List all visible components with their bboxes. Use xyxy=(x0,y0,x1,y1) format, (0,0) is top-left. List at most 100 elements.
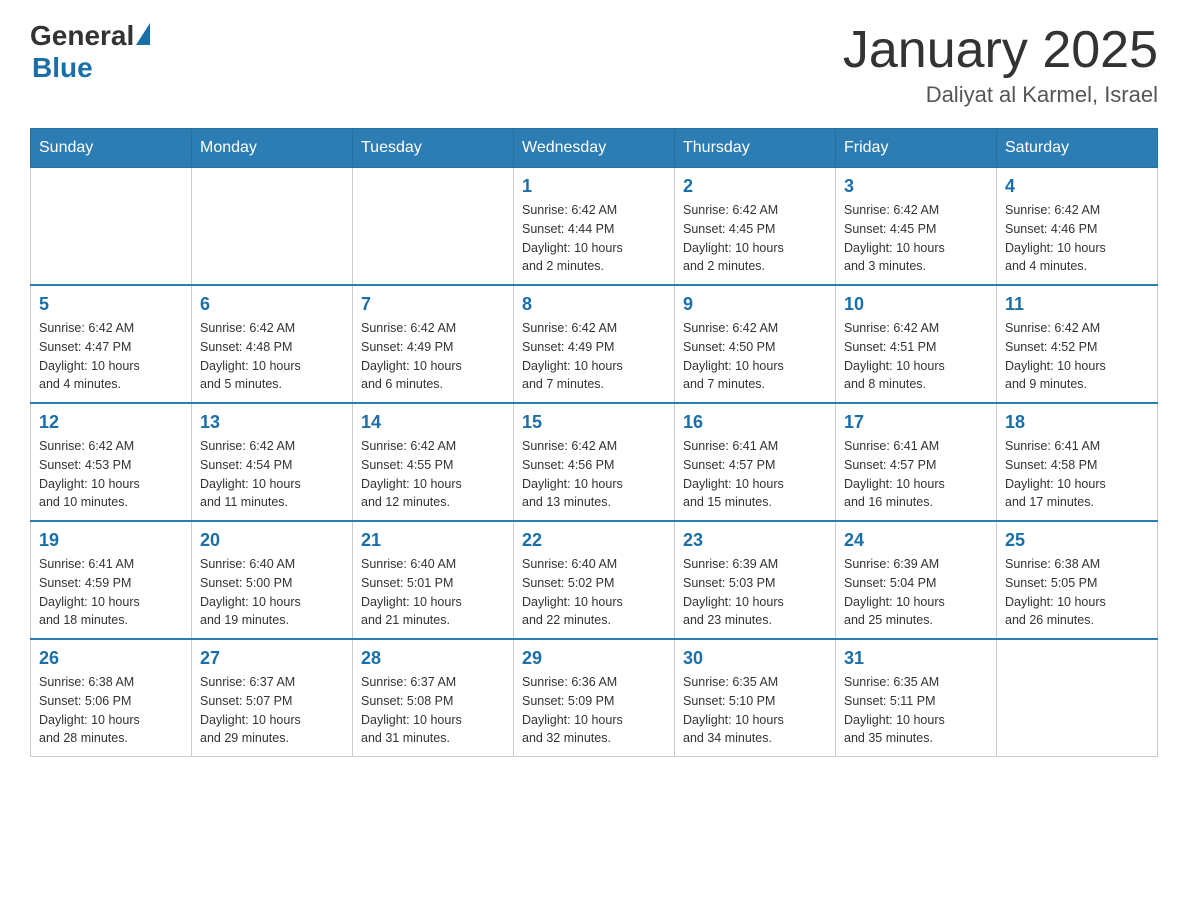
day-number: 10 xyxy=(844,294,988,315)
calendar-cell: 2Sunrise: 6:42 AM Sunset: 4:45 PM Daylig… xyxy=(675,168,836,286)
day-of-week-header: Wednesday xyxy=(514,129,675,168)
calendar-cell: 25 Sunrise: 6:38 AM Sunset: 5:05 PM Dayli… xyxy=(997,521,1158,639)
day-number: 19 xyxy=(39,530,183,551)
calendar-cell: 28 Sunrise: 6:37 AM Sunset: 5:08 PM Dayli… xyxy=(353,639,514,757)
day-info: Sunrise: 6:41 AM Sunset: 4:58 PM Dayligh… xyxy=(1005,437,1149,512)
day-number: 6 xyxy=(200,294,344,315)
calendar-cell: 22 Sunrise: 6:40 AM Sunset: 5:02 PM Dayli… xyxy=(514,521,675,639)
calendar-cell: 5Sunrise: 6:42 AM Sunset: 4:47 PM Daylig… xyxy=(31,285,192,403)
logo-blue-text: Blue xyxy=(32,52,150,84)
calendar-cell: 1Sunrise: 6:42 AM Sunset: 4:44 PM Daylig… xyxy=(514,168,675,286)
day-info: Sunrise: 6:40 AM Sunset: 5:00 PM Dayligh… xyxy=(200,555,344,630)
day-info: Sunrise: 6:42 AM Sunset: 4:50 PM Dayligh… xyxy=(683,319,827,394)
day-info: Sunrise: 6:42 AM Sunset: 4:46 PM Dayligh… xyxy=(1005,201,1149,276)
calendar-cell: 18 Sunrise: 6:41 AM Sunset: 4:58 PM Dayli… xyxy=(997,403,1158,521)
day-info: Sunrise: 6:42 AM Sunset: 4:55 PM Dayligh… xyxy=(361,437,505,512)
day-number: 9 xyxy=(683,294,827,315)
location-subtitle: Daliyat al Karmel, Israel xyxy=(843,82,1158,108)
day-number: 28 xyxy=(361,648,505,669)
day-info: Sunrise: 6:42 AM Sunset: 4:49 PM Dayligh… xyxy=(522,319,666,394)
calendar-cell: 6 Sunrise: 6:42 AM Sunset: 4:48 PM Daylig… xyxy=(192,285,353,403)
calendar-cell: 30 Sunrise: 6:35 AM Sunset: 5:10 PM Dayli… xyxy=(675,639,836,757)
day-of-week-header: Friday xyxy=(836,129,997,168)
day-info: Sunrise: 6:39 AM Sunset: 5:04 PM Dayligh… xyxy=(844,555,988,630)
calendar-cell: 26Sunrise: 6:38 AM Sunset: 5:06 PM Dayli… xyxy=(31,639,192,757)
day-number: 16 xyxy=(683,412,827,433)
day-info: Sunrise: 6:42 AM Sunset: 4:47 PM Dayligh… xyxy=(39,319,183,394)
calendar-cell: 29 Sunrise: 6:36 AM Sunset: 5:09 PM Dayli… xyxy=(514,639,675,757)
day-info: Sunrise: 6:42 AM Sunset: 4:53 PM Dayligh… xyxy=(39,437,183,512)
day-number: 30 xyxy=(683,648,827,669)
day-info: Sunrise: 6:41 AM Sunset: 4:57 PM Dayligh… xyxy=(683,437,827,512)
calendar-cell: 4 Sunrise: 6:42 AM Sunset: 4:46 PM Daylig… xyxy=(997,168,1158,286)
calendar-cell: 10 Sunrise: 6:42 AM Sunset: 4:51 PM Dayli… xyxy=(836,285,997,403)
day-number: 7 xyxy=(361,294,505,315)
logo-general-text: General xyxy=(30,20,134,52)
day-number: 8 xyxy=(522,294,666,315)
calendar-cell: 12 Sunrise: 6:42 AM Sunset: 4:53 PM Dayli… xyxy=(31,403,192,521)
day-info: Sunrise: 6:35 AM Sunset: 5:10 PM Dayligh… xyxy=(683,673,827,748)
day-of-week-header: Tuesday xyxy=(353,129,514,168)
calendar-cell: 15 Sunrise: 6:42 AM Sunset: 4:56 PM Dayli… xyxy=(514,403,675,521)
day-number: 12 xyxy=(39,412,183,433)
calendar-cell: 14 Sunrise: 6:42 AM Sunset: 4:55 PM Dayli… xyxy=(353,403,514,521)
day-number: 25 xyxy=(1005,530,1149,551)
day-number: 1 xyxy=(522,176,666,197)
day-of-week-header: Thursday xyxy=(675,129,836,168)
day-number: 14 xyxy=(361,412,505,433)
day-number: 24 xyxy=(844,530,988,551)
logo-triangle-icon xyxy=(136,23,150,45)
day-info: Sunrise: 6:42 AM Sunset: 4:48 PM Dayligh… xyxy=(200,319,344,394)
day-of-week-header: Saturday xyxy=(997,129,1158,168)
day-number: 26 xyxy=(39,648,183,669)
day-info: Sunrise: 6:41 AM Sunset: 4:59 PM Dayligh… xyxy=(39,555,183,630)
day-number: 27 xyxy=(200,648,344,669)
calendar-cell xyxy=(997,639,1158,757)
logo: General Blue xyxy=(30,20,150,84)
day-number: 2 xyxy=(683,176,827,197)
calendar-cell: 16 Sunrise: 6:41 AM Sunset: 4:57 PM Dayli… xyxy=(675,403,836,521)
day-number: 15 xyxy=(522,412,666,433)
day-number: 17 xyxy=(844,412,988,433)
day-number: 20 xyxy=(200,530,344,551)
calendar-week-row: 5Sunrise: 6:42 AM Sunset: 4:47 PM Daylig… xyxy=(31,285,1158,403)
day-number: 4 xyxy=(1005,176,1149,197)
calendar-cell: 11Sunrise: 6:42 AM Sunset: 4:52 PM Dayli… xyxy=(997,285,1158,403)
calendar-cell: 17Sunrise: 6:41 AM Sunset: 4:57 PM Dayli… xyxy=(836,403,997,521)
day-info: Sunrise: 6:36 AM Sunset: 5:09 PM Dayligh… xyxy=(522,673,666,748)
day-number: 13 xyxy=(200,412,344,433)
title-section: January 2025 Daliyat al Karmel, Israel xyxy=(843,20,1158,108)
day-number: 22 xyxy=(522,530,666,551)
day-info: Sunrise: 6:39 AM Sunset: 5:03 PM Dayligh… xyxy=(683,555,827,630)
day-number: 29 xyxy=(522,648,666,669)
day-info: Sunrise: 6:35 AM Sunset: 5:11 PM Dayligh… xyxy=(844,673,988,748)
calendar-header-row: SundayMondayTuesdayWednesdayThursdayFrid… xyxy=(31,129,1158,168)
page-header: General Blue January 2025 Daliyat al Kar… xyxy=(30,20,1158,108)
day-info: Sunrise: 6:37 AM Sunset: 5:07 PM Dayligh… xyxy=(200,673,344,748)
day-info: Sunrise: 6:42 AM Sunset: 4:49 PM Dayligh… xyxy=(361,319,505,394)
day-info: Sunrise: 6:38 AM Sunset: 5:05 PM Dayligh… xyxy=(1005,555,1149,630)
day-info: Sunrise: 6:37 AM Sunset: 5:08 PM Dayligh… xyxy=(361,673,505,748)
calendar-cell: 31 Sunrise: 6:35 AM Sunset: 5:11 PM Dayli… xyxy=(836,639,997,757)
day-number: 3 xyxy=(844,176,988,197)
day-number: 18 xyxy=(1005,412,1149,433)
calendar-cell: 19 Sunrise: 6:41 AM Sunset: 4:59 PM Dayli… xyxy=(31,521,192,639)
day-of-week-header: Sunday xyxy=(31,129,192,168)
day-number: 31 xyxy=(844,648,988,669)
calendar-cell: 9 Sunrise: 6:42 AM Sunset: 4:50 PM Daylig… xyxy=(675,285,836,403)
day-info: Sunrise: 6:42 AM Sunset: 4:56 PM Dayligh… xyxy=(522,437,666,512)
calendar-cell: 27 Sunrise: 6:37 AM Sunset: 5:07 PM Dayli… xyxy=(192,639,353,757)
calendar-cell: 20 Sunrise: 6:40 AM Sunset: 5:00 PM Dayli… xyxy=(192,521,353,639)
day-number: 21 xyxy=(361,530,505,551)
calendar-cell xyxy=(31,168,192,286)
day-info: Sunrise: 6:42 AM Sunset: 4:51 PM Dayligh… xyxy=(844,319,988,394)
day-info: Sunrise: 6:40 AM Sunset: 5:02 PM Dayligh… xyxy=(522,555,666,630)
day-info: Sunrise: 6:42 AM Sunset: 4:52 PM Dayligh… xyxy=(1005,319,1149,394)
day-info: Sunrise: 6:42 AM Sunset: 4:45 PM Dayligh… xyxy=(844,201,988,276)
calendar-cell: 13Sunrise: 6:42 AM Sunset: 4:54 PM Dayli… xyxy=(192,403,353,521)
calendar-cell: 23 Sunrise: 6:39 AM Sunset: 5:03 PM Dayli… xyxy=(675,521,836,639)
calendar-cell: 24 Sunrise: 6:39 AM Sunset: 5:04 PM Dayli… xyxy=(836,521,997,639)
calendar-cell xyxy=(192,168,353,286)
day-number: 23 xyxy=(683,530,827,551)
day-of-week-header: Monday xyxy=(192,129,353,168)
